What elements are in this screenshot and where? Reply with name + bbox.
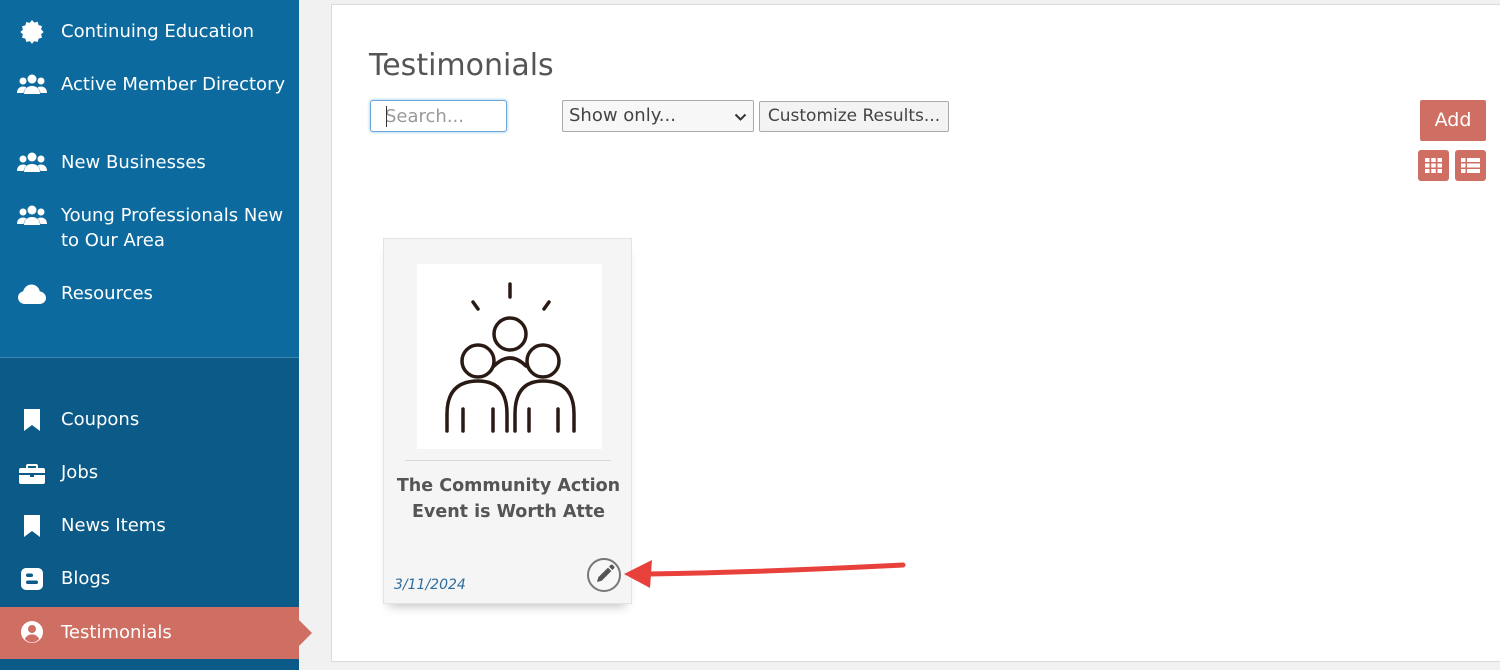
card-divider	[405, 460, 611, 461]
pencil-icon	[597, 564, 615, 582]
briefcase-icon	[17, 460, 47, 486]
sidebar-item-active-member-directory[interactable]: Active Member Directory	[0, 72, 299, 124]
sidebar-item-news-items[interactable]: News Items	[0, 513, 299, 539]
chevron-down-icon	[734, 107, 747, 129]
sidebar-item-resources[interactable]: Resources	[0, 281, 299, 307]
text-cursor	[386, 106, 387, 127]
user-circle-icon	[17, 619, 47, 645]
blogger-icon	[17, 566, 47, 592]
sidebar-item-label: Active Member Directory	[61, 74, 286, 95]
sidebar-item-label: Continuing Education	[61, 21, 255, 42]
sidebar-item-coupons[interactable]: Coupons	[0, 407, 299, 433]
sidebar-item-label: Blogs	[61, 568, 111, 589]
sidebar-item-continuing-education[interactable]: Continuing Education	[0, 19, 299, 45]
show-only-select[interactable]: Show only...	[562, 100, 754, 132]
community-group-icon	[445, 282, 576, 433]
users-icon	[17, 72, 47, 98]
bookmark-icon	[17, 407, 47, 433]
sidebar-item-label: Resources	[61, 283, 153, 304]
sidebar-item-label: Coupons	[61, 409, 140, 430]
cloud-icon	[17, 281, 47, 307]
sidebar-item-young-professionals[interactable]: Young Professionals New to Our Area	[0, 203, 299, 255]
card-date: 3/11/2024	[394, 577, 466, 593]
sidebar-item-label: Testimonials	[61, 622, 172, 643]
sidebar: Continuing Education Active Member Direc…	[0, 0, 312, 670]
customize-results-button[interactable]: Customize Results...	[759, 101, 949, 132]
add-button[interactable]: Add	[1420, 100, 1486, 141]
edit-button[interactable]	[587, 558, 621, 592]
users-icon	[17, 150, 47, 176]
sidebar-item-testimonials[interactable]: Testimonials	[0, 607, 312, 659]
active-indicator-arrow	[299, 620, 312, 646]
bookmark-icon	[17, 513, 47, 539]
sidebar-item-label: New Businesses	[61, 152, 206, 173]
testimonial-card[interactable]: The Community Action Event is Worth Atte…	[383, 238, 632, 604]
badge-icon	[17, 19, 47, 45]
sidebar-item-blogs[interactable]: Blogs	[0, 566, 299, 592]
grid-view-icon	[1425, 158, 1442, 173]
card-title[interactable]: The Community Action Event is Worth Atte	[394, 473, 623, 525]
list-view-button[interactable]	[1455, 150, 1486, 181]
page-title: Testimonials	[369, 48, 554, 83]
card-image	[417, 264, 602, 449]
sidebar-item-label: Jobs	[61, 462, 99, 483]
sidebar-item-jobs[interactable]: Jobs	[0, 460, 299, 486]
search-input[interactable]	[370, 100, 507, 132]
show-only-value: Show only...	[569, 105, 676, 126]
users-icon	[17, 203, 47, 229]
sidebar-item-label: News Items	[61, 515, 166, 536]
sidebar-item-label: Young Professionals New to Our Area	[61, 205, 284, 251]
list-view-icon	[1461, 158, 1480, 173]
grid-view-button[interactable]	[1418, 150, 1449, 181]
sidebar-item-new-businesses[interactable]: New Businesses	[0, 150, 299, 176]
